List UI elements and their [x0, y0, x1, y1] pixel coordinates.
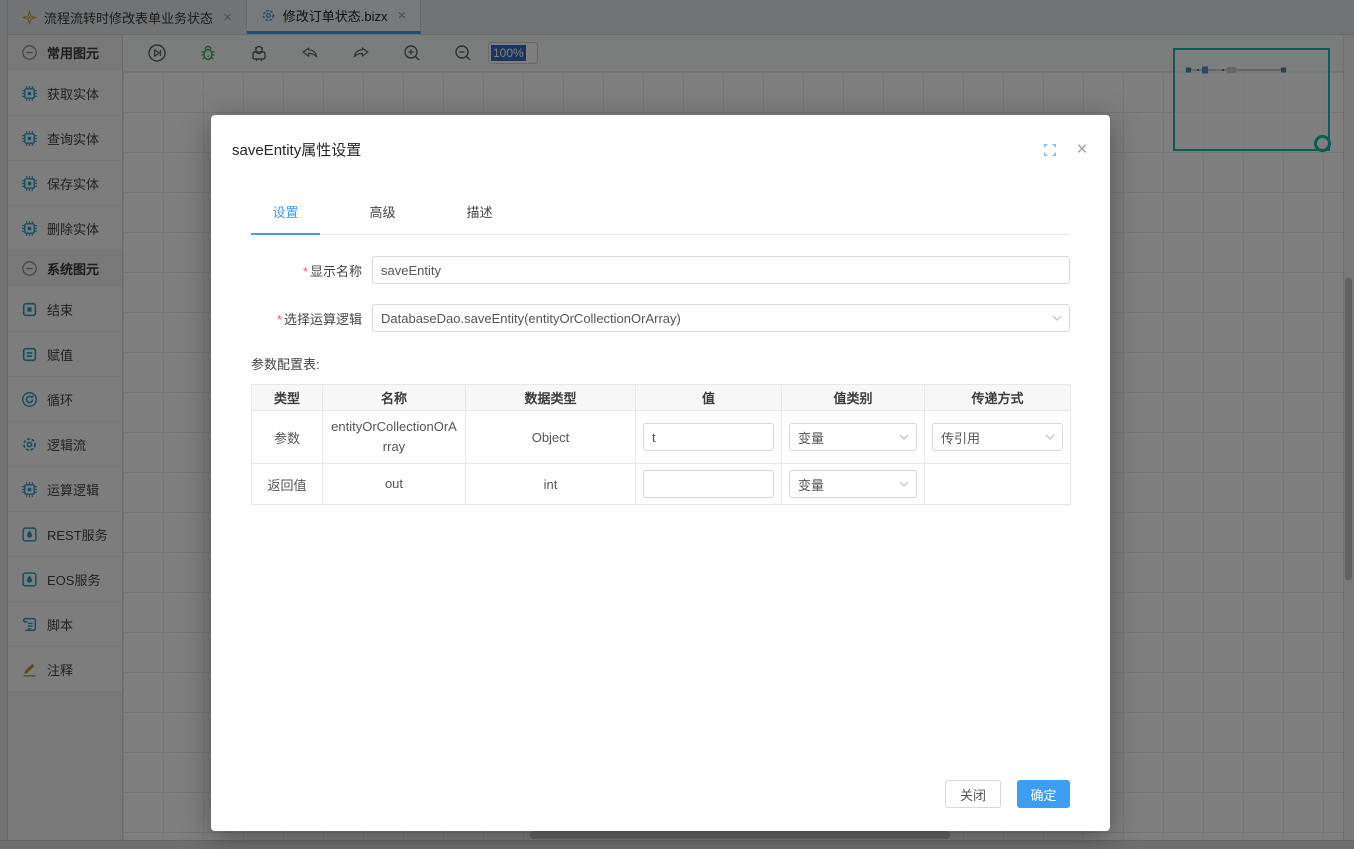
col-name: 名称 — [323, 385, 466, 411]
value-category-select[interactable]: 变量 — [789, 470, 917, 498]
pass-mode-select[interactable]: 传引用 — [932, 423, 1063, 451]
param-name: entityOrCollectionOrArray — [327, 417, 461, 457]
logic-row: *选择运算逻辑 DatabaseDao.saveEntity(entityOrC… — [251, 304, 1070, 332]
dialog-title: saveEntity属性设置 — [232, 139, 1026, 160]
chevron-down-icon — [899, 481, 909, 487]
cell-name: out — [323, 464, 466, 505]
display-name-label-text: 显示名称 — [310, 264, 362, 279]
col-pass-mode: 传递方式 — [925, 385, 1071, 411]
dialog-close-icon[interactable]: × — [1074, 142, 1090, 158]
app-window: 流程流转时修改表单业务状态 × 修改订单状态.bizx × 常用图元获取实体查询… — [0, 0, 1354, 849]
col-data-type: 数据类型 — [466, 385, 636, 411]
cell-pass-mode — [925, 464, 1071, 505]
dialog-tabs: 设置 高级 描述 — [251, 202, 1070, 235]
col-type: 类型 — [252, 385, 323, 411]
cell-type: 返回值 — [252, 464, 323, 505]
logic-select-value: DatabaseDao.saveEntity(entityOrCollectio… — [381, 311, 681, 326]
cell-pass-mode: 传引用 — [925, 411, 1071, 464]
pass-mode-value: 传引用 — [941, 428, 980, 447]
close-button[interactable]: 关闭 — [945, 780, 1001, 808]
logic-select[interactable]: DatabaseDao.saveEntity(entityOrCollectio… — [372, 304, 1070, 332]
param-table-row: 返回值 out int 变量 — [252, 464, 1071, 505]
param-value-input[interactable] — [643, 423, 774, 451]
param-table-title: 参数配置表: — [251, 354, 1070, 373]
param-value-input[interactable] — [643, 470, 774, 498]
dialog-header: saveEntity属性设置 × — [211, 115, 1110, 160]
value-category-select[interactable]: 变量 — [789, 423, 917, 451]
display-name-row: *显示名称 — [251, 256, 1070, 284]
tab-description[interactable]: 描述 — [445, 202, 514, 234]
tab-advanced[interactable]: 高级 — [348, 202, 417, 234]
value-category-value: 变量 — [798, 475, 824, 494]
cell-data-type: Object — [466, 411, 636, 464]
chevron-down-icon — [1052, 315, 1062, 321]
cell-value — [636, 411, 782, 464]
logic-label: *选择运算逻辑 — [251, 309, 362, 328]
confirm-button[interactable]: 确定 — [1017, 780, 1070, 808]
param-table-row: 参数 entityOrCollectionOrArray Object 变量 — [252, 411, 1071, 464]
param-table-header-row: 类型 名称 数据类型 值 值类别 传递方式 — [252, 385, 1071, 411]
value-category-value: 变量 — [798, 428, 824, 447]
dialog-footer: 关闭 确定 — [945, 780, 1070, 808]
col-value-category: 值类别 — [782, 385, 925, 411]
cell-value-category: 变量 — [782, 464, 925, 505]
cell-value — [636, 464, 782, 505]
cell-data-type: int — [466, 464, 636, 505]
cell-type: 参数 — [252, 411, 323, 464]
param-table: 类型 名称 数据类型 值 值类别 传递方式 参数 entityOrCollect… — [251, 384, 1071, 505]
param-name: out — [327, 474, 461, 494]
display-name-input[interactable] — [372, 256, 1070, 284]
cell-value-category: 变量 — [782, 411, 925, 464]
chevron-down-icon — [899, 434, 909, 440]
dialog-body: *显示名称 *选择运算逻辑 DatabaseDao.saveEntity(ent… — [211, 256, 1110, 505]
required-asterisk: * — [277, 312, 282, 327]
display-name-label: *显示名称 — [251, 261, 362, 280]
property-dialog: saveEntity属性设置 × 设置 高级 描述 *显示名称 *选择运算逻辑 … — [211, 115, 1110, 831]
logic-label-text: 选择运算逻辑 — [284, 312, 362, 327]
fullscreen-icon[interactable] — [1042, 142, 1058, 158]
cell-name: entityOrCollectionOrArray — [323, 411, 466, 464]
tab-settings[interactable]: 设置 — [251, 202, 320, 235]
required-asterisk: * — [303, 264, 308, 279]
col-value: 值 — [636, 385, 782, 411]
chevron-down-icon — [1045, 434, 1055, 440]
